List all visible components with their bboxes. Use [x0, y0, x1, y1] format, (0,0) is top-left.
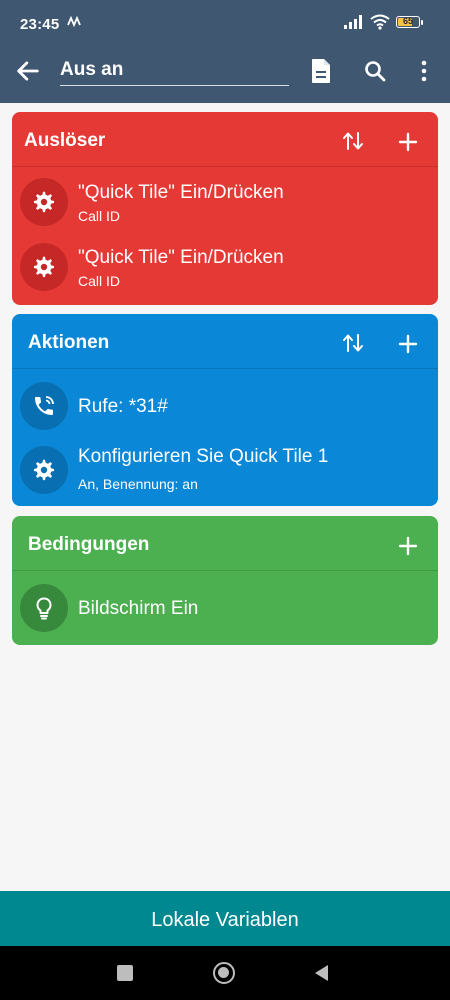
action-label: Rufe: *31# [78, 396, 168, 417]
battery-icon: 65 [396, 16, 420, 28]
condition-label: Bildschirm Ein [78, 598, 199, 619]
search-icon[interactable] [363, 59, 387, 83]
gear-icon [20, 178, 68, 226]
document-icon[interactable] [309, 58, 333, 84]
nav-back-icon[interactable] [313, 964, 331, 982]
triggers-title: Auslöser [24, 130, 106, 151]
wifi-icon [370, 14, 390, 30]
trigger-item[interactable]: "Quick Tile" Ein/Drücken Call ID [12, 172, 438, 236]
system-nav-bar [0, 946, 450, 1000]
action-label: Konfigurieren Sie Quick Tile 1 [78, 446, 329, 467]
triggers-header: Auslöser [12, 112, 438, 167]
local-variables-button[interactable]: Lokale Variablen [0, 891, 450, 946]
home-icon[interactable] [213, 962, 235, 984]
signal-icon [344, 15, 362, 29]
recents-icon[interactable] [117, 965, 133, 981]
action-sublabel: An, Benennung: an [78, 476, 198, 492]
macro-name: Aus an [60, 59, 124, 80]
more-options-icon[interactable] [414, 59, 434, 83]
trigger-sublabel: Call ID [78, 273, 121, 289]
sort-icon[interactable] [342, 332, 364, 354]
trigger-sublabel: Call ID [78, 208, 121, 224]
gear-icon [20, 446, 68, 494]
battery-tip [421, 20, 423, 25]
trigger-label: "Quick Tile" Ein/Drücken [78, 182, 284, 203]
header: 23:45 65 Aus an [0, 0, 450, 103]
action-item[interactable]: Konfigurieren Sie Quick Tile 1 An, Benen… [12, 440, 438, 504]
conditions-title: Bedingungen [28, 534, 150, 555]
actions-title: Aktionen [28, 332, 110, 353]
status-bar: 23:45 65 [0, 0, 450, 44]
gear-icon [20, 243, 68, 291]
conditions-card: Bedingungen Bildschirm Ein [12, 516, 438, 645]
local-variables-label: Lokale Variablen [151, 909, 299, 931]
triggers-card: Auslöser "Quick Tile" Ein/Drücken Call I… [12, 112, 438, 305]
add-trigger-icon[interactable] [396, 130, 420, 154]
trigger-item[interactable]: "Quick Tile" Ein/Drücken Call ID [12, 237, 438, 301]
actions-card: Aktionen Rufe: *31# Konfigurieren Sie Qu… [12, 314, 438, 506]
status-time: 23:45 [20, 16, 60, 33]
sim-icon [67, 15, 81, 27]
add-action-icon[interactable] [396, 332, 420, 356]
phone-icon [20, 382, 68, 430]
actions-header: Aktionen [12, 314, 438, 369]
lightbulb-icon [20, 584, 68, 632]
macro-name-field[interactable]: Aus an [60, 56, 289, 86]
condition-item[interactable]: Bildschirm Ein [12, 578, 438, 642]
conditions-header: Bedingungen [12, 516, 438, 571]
trigger-label: "Quick Tile" Ein/Drücken [78, 247, 284, 268]
battery-level: 65 [402, 16, 413, 26]
action-item[interactable]: Rufe: *31# [12, 376, 438, 440]
back-arrow-icon[interactable] [14, 57, 42, 85]
sort-icon[interactable] [342, 130, 364, 152]
add-condition-icon[interactable] [396, 534, 420, 558]
